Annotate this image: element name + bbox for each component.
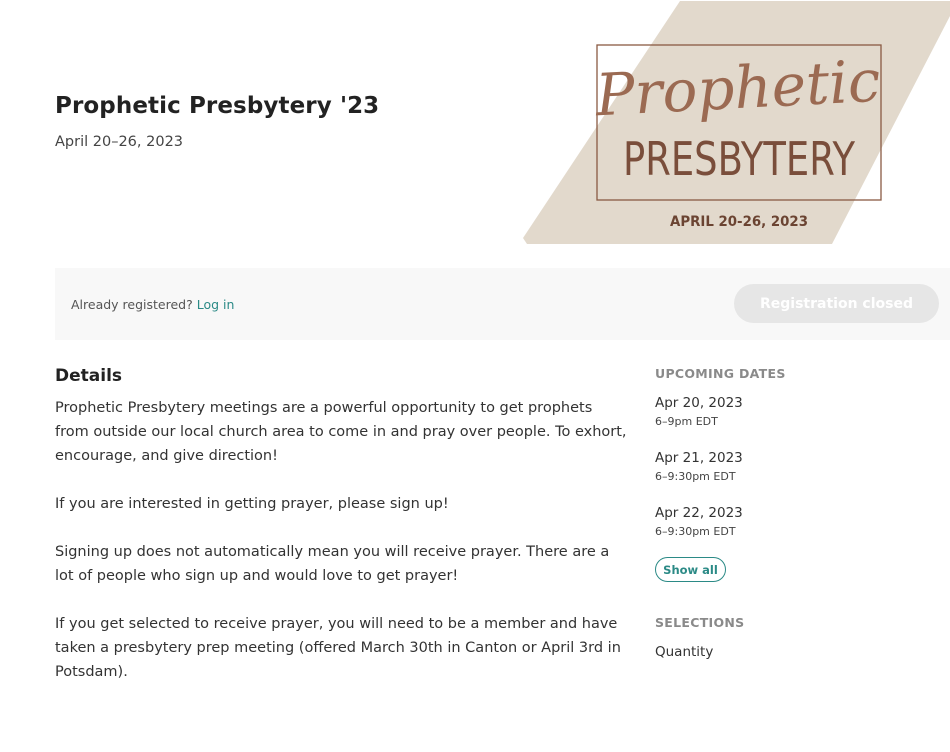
event-banner: Prophetic PRESBYTERY APRIL 20-26, 2023 — [520, 0, 950, 246]
login-link[interactable]: Log in — [197, 297, 235, 312]
date-day: Apr 20, 2023 — [655, 395, 743, 411]
date-day: Apr 21, 2023 — [655, 450, 743, 466]
date-day: Apr 22, 2023 — [655, 505, 743, 521]
event-title: Prophetic Presbytery '23 — [55, 93, 380, 119]
selections-heading: SELECTIONS — [655, 615, 745, 630]
date-item: Apr 20, 2023 6–9pm EDT — [655, 394, 743, 430]
details-paragraph: If you get selected to receive prayer, y… — [55, 616, 621, 680]
date-time: 6–9:30pm EDT — [655, 525, 736, 538]
banner-date-text: APRIL 20-26, 2023 — [670, 214, 808, 230]
banner-block-word: PRESBYTERY — [623, 132, 856, 186]
banner-backdrop — [523, 1, 950, 244]
quantity-label: Quantity — [655, 644, 714, 660]
event-dates: April 20–26, 2023 — [55, 134, 184, 150]
details-body: Prophetic Presbytery meetings are a powe… — [55, 396, 630, 708]
date-item: Apr 22, 2023 6–9:30pm EDT — [655, 504, 743, 540]
details-heading: Details — [55, 366, 123, 386]
details-paragraph: If you are interested in getting prayer,… — [55, 496, 449, 512]
details-paragraph: Prophetic Presbytery meetings are a powe… — [55, 400, 627, 464]
event-page: Prophetic PRESBYTERY APRIL 20-26, 2023 P… — [0, 0, 950, 752]
upcoming-dates-heading: UPCOMING DATES — [655, 366, 786, 381]
date-time: 6–9pm EDT — [655, 415, 718, 428]
already-registered-text: Already registered? Log in — [71, 297, 234, 312]
date-time: 6–9:30pm EDT — [655, 470, 736, 483]
already-registered-label: Already registered? — [71, 297, 193, 312]
date-item: Apr 21, 2023 6–9:30pm EDT — [655, 449, 743, 485]
show-all-button[interactable]: Show all — [655, 557, 726, 582]
details-paragraph: Signing up does not automatically mean y… — [55, 544, 610, 584]
registration-bar: Already registered? Log in Registration … — [55, 268, 950, 340]
registration-closed-button[interactable]: Registration closed — [734, 284, 939, 323]
